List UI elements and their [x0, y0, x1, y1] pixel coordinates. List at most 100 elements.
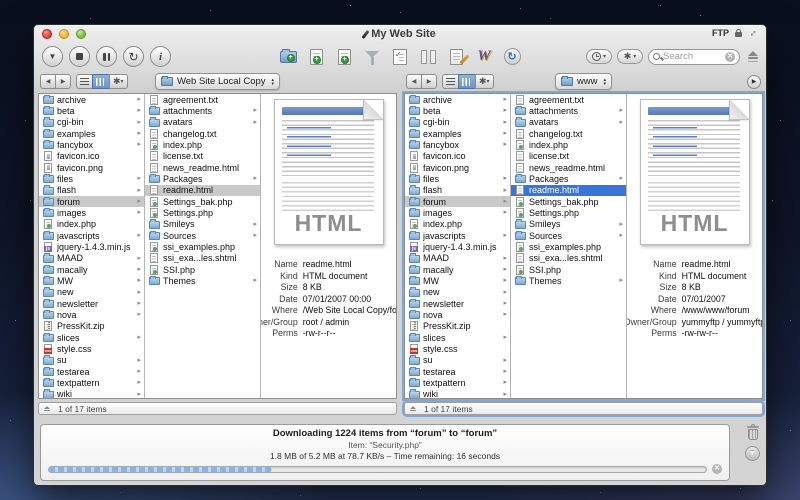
list-item[interactable]: favicon.png [39, 162, 144, 173]
list-item[interactable]: beta▸ [39, 105, 144, 116]
list-item[interactable]: attachments▸ [145, 105, 260, 116]
transfer-drawer-button[interactable]: ▼ [745, 446, 760, 461]
list-item[interactable]: testarea▸ [39, 366, 144, 377]
list-item[interactable]: files▸ [405, 173, 510, 184]
search-input[interactable] [663, 51, 722, 62]
list-item[interactable]: Settings_bak.php [145, 196, 260, 207]
list-item[interactable]: SSI.php [511, 264, 626, 275]
list-item[interactable]: changelog.txt [145, 128, 260, 139]
list-item[interactable]: cgi-bin▸ [39, 117, 144, 128]
remote-location-popup[interactable]: www ▴▾ [555, 73, 612, 90]
zoom-window-button[interactable] [76, 29, 86, 39]
minimize-window-button[interactable] [59, 29, 69, 39]
file-column[interactable]: archive▸beta▸cgi-bin▸examples▸fancybox▸f… [405, 94, 511, 398]
edit-button[interactable] [445, 46, 468, 68]
list-item[interactable]: new▸ [39, 287, 144, 298]
file-column[interactable]: agreement.txtattachments▸avatars▸changel… [511, 94, 627, 398]
list-item[interactable]: wiki▸ [405, 389, 510, 398]
list-item[interactable]: beta▸ [405, 105, 510, 116]
list-item[interactable]: Smileys▸ [145, 219, 260, 230]
list-item[interactable]: images▸ [39, 207, 144, 218]
tasks-button[interactable] [389, 46, 412, 68]
list-item[interactable]: Themes▸ [511, 275, 626, 286]
list-item[interactable]: avatars▸ [145, 117, 260, 128]
duplicate-file-button[interactable]: + [333, 46, 356, 68]
local-location-popup[interactable]: Web Site Local Copy ▴▾ [155, 73, 280, 90]
list-item[interactable]: Settings.php [511, 207, 626, 218]
list-item[interactable]: Settings.php [145, 207, 260, 218]
list-item[interactable]: textpattern▸ [39, 377, 144, 388]
list-item[interactable]: ssi_exa...les.shtml [145, 253, 260, 264]
clear-search-icon[interactable]: ✕ [725, 52, 735, 62]
list-item[interactable]: MW▸ [39, 275, 144, 286]
close-window-button[interactable] [42, 29, 52, 39]
pane-action-menu[interactable]: ✱▾ [475, 74, 494, 89]
list-item[interactable]: flash▸ [405, 185, 510, 196]
list-item[interactable]: files▸ [39, 173, 144, 184]
list-item[interactable]: macally▸ [39, 264, 144, 275]
list-item[interactable]: index.php [405, 219, 510, 230]
titlebar[interactable]: My Web Site FTP ↔ [34, 25, 766, 43]
list-item[interactable]: Settings_bak.php [511, 196, 626, 207]
go-play-button[interactable]: ▶ [747, 75, 761, 89]
list-item[interactable]: nova▸ [39, 309, 144, 320]
new-folder-button[interactable]: + [277, 46, 300, 68]
list-item[interactable]: attachments▸ [511, 105, 626, 116]
list-item[interactable]: javascripts▸ [39, 230, 144, 241]
list-item[interactable]: images▸ [405, 207, 510, 218]
list-item[interactable]: MAAD▸ [39, 253, 144, 264]
list-item[interactable]: ssi_examples.php [511, 241, 626, 252]
list-item[interactable]: Smileys▸ [511, 219, 626, 230]
column-view-button[interactable] [458, 74, 476, 89]
list-item[interactable]: slices▸ [405, 332, 510, 343]
list-item[interactable]: news_readme.html [145, 162, 260, 173]
list-item[interactable]: forum▸ [405, 196, 510, 207]
new-file-button[interactable]: + [305, 46, 328, 68]
list-item[interactable]: newsletter▸ [405, 298, 510, 309]
forward-button[interactable]: ▶ [55, 74, 71, 89]
list-item[interactable]: readme.html [145, 185, 260, 196]
fullscreen-icon[interactable]: ↔ [746, 26, 760, 40]
list-item[interactable]: Themes▸ [145, 275, 260, 286]
list-item[interactable]: favicon.png [405, 162, 510, 173]
list-item[interactable]: su▸ [405, 355, 510, 366]
status-eject-icon[interactable] [44, 406, 50, 412]
list-item[interactable]: ssi_exa...les.shtml [511, 253, 626, 264]
list-item[interactable]: fancybox▸ [39, 139, 144, 150]
list-item[interactable]: archive▸ [405, 94, 510, 105]
list-item[interactable]: newsletter▸ [39, 298, 144, 309]
list-item[interactable]: changelog.txt [511, 128, 626, 139]
file-column[interactable]: archive▸beta▸cgi-bin▸examples▸fancybox▸ f… [39, 94, 145, 398]
list-item[interactable]: agreement.txt [511, 94, 626, 105]
list-item[interactable]: favicon.ico [405, 151, 510, 162]
list-item[interactable]: MW▸ [405, 275, 510, 286]
list-item[interactable]: Packages▸ [145, 173, 260, 184]
list-view-button[interactable] [76, 74, 93, 89]
list-item[interactable]: index.php [145, 139, 260, 150]
list-item[interactable]: SSI.php [145, 264, 260, 275]
actions-dropdown[interactable]: ✱▾ [617, 49, 643, 64]
list-item[interactable]: news_readme.html [511, 162, 626, 173]
list-item[interactable]: archive▸ [39, 94, 144, 105]
list-item[interactable]: license.txt [145, 151, 260, 162]
back-button[interactable]: ◀ [40, 74, 56, 89]
filter-button[interactable] [361, 46, 384, 68]
list-item[interactable]: readme.html [511, 185, 626, 196]
trash-icon[interactable] [747, 424, 759, 440]
list-item[interactable]: forum▸ [39, 196, 144, 207]
list-item[interactable]: ssi_examples.php [145, 241, 260, 252]
list-view-button[interactable] [442, 74, 459, 89]
list-item[interactable]: index.php [39, 219, 144, 230]
list-item[interactable]: cgi-bin▸ [405, 117, 510, 128]
list-item[interactable]: MAAD▸ [405, 253, 510, 264]
list-item[interactable]: examples▸ [39, 128, 144, 139]
list-item[interactable]: avatars▸ [511, 117, 626, 128]
list-item[interactable]: jquery-1.4.3.min.js [405, 241, 510, 252]
list-item[interactable]: Sources▸ [145, 230, 260, 241]
list-item[interactable]: style.css [405, 343, 510, 354]
column-view-button[interactable] [92, 74, 110, 89]
cancel-transfer-icon[interactable]: ✕ [712, 464, 722, 474]
status-eject-icon[interactable] [410, 406, 416, 412]
list-item[interactable]: style.css [39, 343, 144, 354]
disconnect-eject-button[interactable] [748, 51, 758, 63]
